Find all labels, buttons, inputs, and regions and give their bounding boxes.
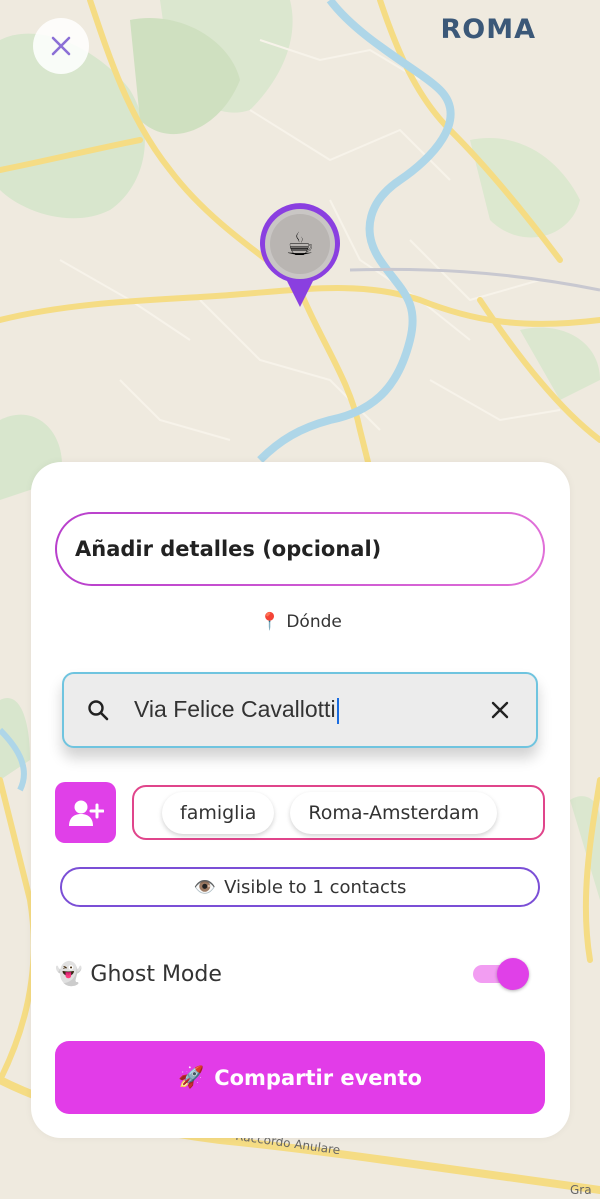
search-icon [88,700,109,721]
rocket-icon: 🚀 [178,1065,205,1089]
ghost-mode-label: Ghost Mode [90,961,222,987]
groups-selector: famiglia Roma-Amsterdam [132,785,545,840]
where-label: Dónde [286,612,342,632]
visibility-label: Visible to 1 contacts [224,876,407,898]
text-cursor [336,697,339,724]
search-value: Via Felice Cavallotti [134,696,336,723]
ghost-icon: 👻 [55,961,83,987]
close-icon [51,36,71,56]
details-field[interactable]: Añadir detalles (opcional) [55,512,545,586]
event-sheet: Añadir detalles (opcional) 📍 Dónde Via Fe… [31,462,570,1138]
location-pin-icon: 📍 [259,612,281,632]
add-person-icon [68,800,104,826]
group-chip-roma-amsterdam[interactable]: Roma-Amsterdam [290,791,498,834]
road-label-partial: Gra [570,1183,592,1197]
search-input[interactable]: Via Felice Cavallotti [134,696,490,724]
city-label: ROMA [440,14,536,45]
share-event-button[interactable]: 🚀 Compartir evento [55,1041,545,1114]
where-label-row: 📍 Dónde [31,612,570,632]
clear-search-icon[interactable] [490,700,510,720]
coffee-icon: ☕ [285,225,315,263]
group-chip-famiglia[interactable]: famiglia [162,791,275,834]
ghost-mode-row: 👻 Ghost Mode [55,954,531,994]
close-button[interactable] [33,18,89,74]
add-contact-button[interactable] [55,782,116,843]
toggle-knob [497,958,529,990]
map-pin[interactable]: ☕ [257,203,343,309]
eye-icon: 👁️ [193,876,217,898]
location-search-field[interactable]: Via Felice Cavallotti [62,672,538,748]
share-event-label: Compartir evento [214,1065,422,1090]
visibility-pill[interactable]: 👁️ Visible to 1 contacts [60,867,540,907]
ghost-mode-toggle[interactable] [473,957,531,991]
details-placeholder: Añadir detalles (opcional) [75,537,382,561]
